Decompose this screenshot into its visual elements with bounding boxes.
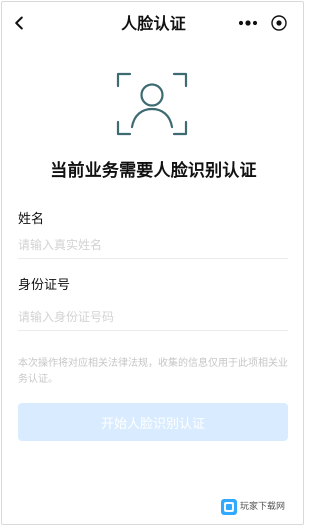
- name-label: 姓名: [18, 212, 45, 227]
- face-scan-icon: [116, 72, 188, 136]
- face-auth-headline: 当前业务需要人脸识别认证: [50, 161, 257, 181]
- top-bar: 人脸认证: [2, 2, 305, 46]
- name-input[interactable]: [18, 232, 288, 258]
- id-number-input[interactable]: [18, 304, 288, 330]
- more-button[interactable]: [235, 14, 261, 32]
- close-button[interactable]: [270, 14, 288, 32]
- start-face-auth-button[interactable]: 开始人脸识别认证: [18, 403, 288, 441]
- watermark-text: 玩家下载网: [240, 502, 286, 512]
- divider: [18, 258, 288, 259]
- watermark-logo-icon: [221, 499, 237, 515]
- id-number-label: 身份证号: [18, 278, 71, 293]
- face-scan-frame: [114, 68, 190, 140]
- privacy-notice: 本次操作将对应相关法律法规，收集的信息仅用于此项相关业务认证。: [18, 358, 288, 385]
- more-dots-icon: [238, 20, 258, 26]
- divider: [18, 330, 288, 331]
- phone-frame: 人脸认证 当前业务需要人脸识别认证 姓名 请输入真实姓名 身份证号 请输入身份证…: [1, 1, 304, 525]
- watermark: 玩家下载网: [221, 497, 293, 517]
- close-circle-icon: [271, 15, 287, 31]
